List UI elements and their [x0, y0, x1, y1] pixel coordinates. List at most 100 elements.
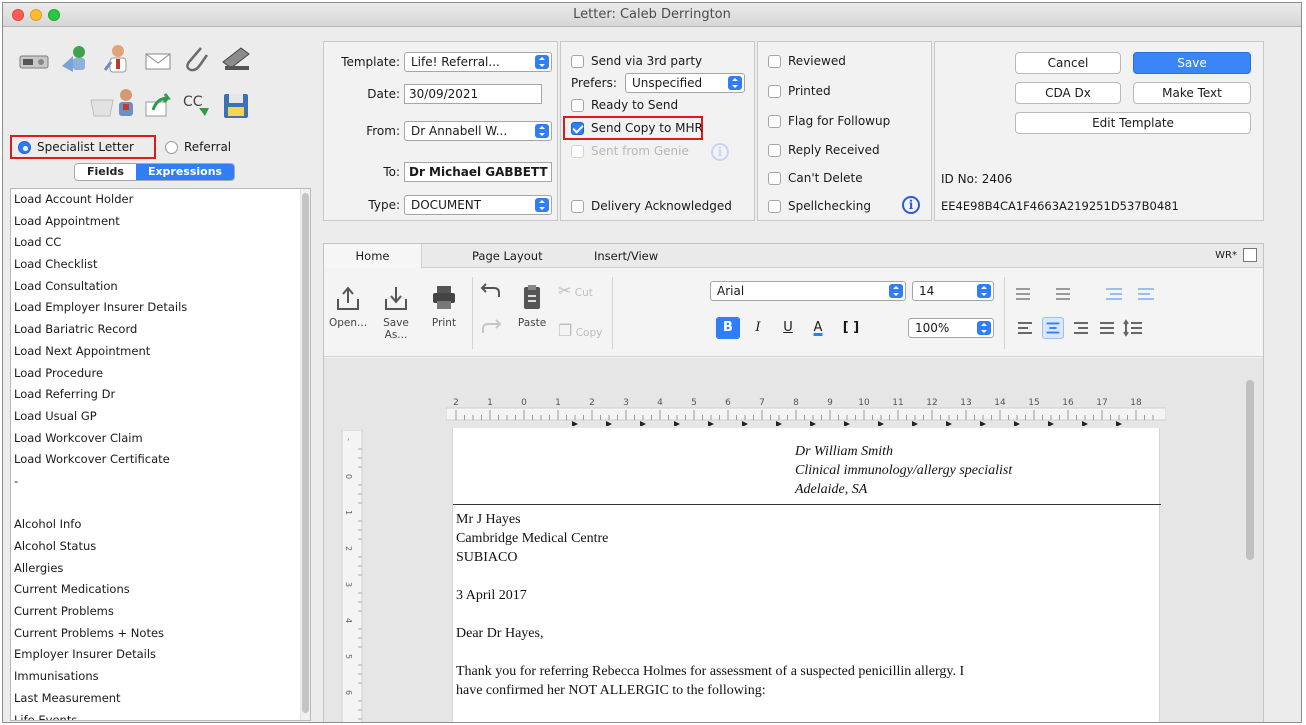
field-list-item[interactable]: Load Workcover Certificate: [11, 449, 310, 471]
doctor-icon[interactable]: [100, 41, 136, 77]
bold-button[interactable]: B: [716, 317, 740, 339]
field-list-item[interactable]: Load Checklist: [11, 254, 310, 276]
prefers-select[interactable]: Unspecified: [625, 73, 745, 93]
fields-tab[interactable]: Fields: [75, 164, 136, 180]
save-button[interactable]: Save: [1133, 52, 1251, 74]
text-color-button[interactable]: A: [806, 317, 830, 339]
date-field[interactable]: 30/09/2021: [404, 84, 542, 104]
brackets-button[interactable]: [ ]: [836, 317, 866, 339]
field-list-item[interactable]: Alcohol Status: [11, 536, 310, 558]
expressions-tab[interactable]: Expressions: [135, 164, 235, 180]
font-family-select[interactable]: Arial: [710, 281, 906, 301]
tab-page-layout[interactable]: Page Layout: [472, 249, 543, 263]
scanner-icon[interactable]: [16, 43, 52, 79]
export-icon[interactable]: [140, 87, 176, 123]
horizontal-ruler[interactable]: 2 1 0 1 2 3 4 5 6 7 8 9 10 11 12 13 14 15 16 17 18: [446, 396, 1166, 426]
send-3rd-party-checkbox[interactable]: Send via 3rd party: [571, 54, 702, 68]
field-list-item[interactable]: Load Next Appointment: [11, 341, 310, 363]
field-list-item[interactable]: Employer Insurer Details: [11, 644, 310, 666]
nurse-icon[interactable]: [108, 85, 144, 121]
cant-delete-checkbox[interactable]: Can't Delete: [768, 171, 863, 185]
delivery-ack-checkbox[interactable]: Delivery Acknowledged: [571, 199, 732, 213]
field-list-item[interactable]: Load Workcover Claim: [11, 428, 310, 450]
align-left-icon[interactable]: [1014, 317, 1036, 339]
specialist-letter-radio[interactable]: Specialist Letter: [10, 135, 156, 159]
field-list-item[interactable]: Last Measurement: [11, 688, 310, 710]
align-right-icon[interactable]: [1070, 317, 1092, 339]
field-list-item[interactable]: Load Procedure: [11, 363, 310, 385]
tab-insert-view[interactable]: Insert/View: [594, 249, 658, 263]
align-center-icon[interactable]: [1042, 317, 1064, 339]
flag-followup-checkbox[interactable]: Flag for Followup: [768, 114, 890, 128]
vruler-number: 5: [344, 654, 353, 659]
field-list-item[interactable]: Allergies: [11, 558, 310, 580]
info-icon[interactable]: i: [902, 196, 920, 214]
address-line: Mr J Hayes: [456, 512, 521, 527]
zoom-select[interactable]: 100%: [908, 318, 994, 338]
type-select[interactable]: DOCUMENT: [404, 195, 552, 215]
paste-button[interactable]: Paste: [510, 283, 554, 329]
edit-template-button[interactable]: Edit Template: [1015, 112, 1251, 134]
field-list-scrollbar[interactable]: [300, 189, 310, 720]
wr-toggle[interactable]: WR*: [1215, 248, 1257, 262]
cc-icon[interactable]: CC: [178, 87, 214, 123]
window-title: Letter: Caleb Derrington: [573, 7, 731, 22]
scrollbar-thumb[interactable]: [302, 193, 309, 713]
document-page[interactable]: Dr William Smith Clinical immunology/all…: [452, 428, 1161, 722]
spellchecking-checkbox[interactable]: Spellchecking: [768, 199, 871, 213]
from-select[interactable]: Dr Annabell W...: [404, 121, 552, 141]
scrollbar-thumb[interactable]: [1246, 380, 1254, 560]
field-list-item[interactable]: Current Problems: [11, 601, 310, 623]
field-list-item[interactable]: Current Problems + Notes: [11, 623, 310, 645]
field-list-item[interactable]: Load Referring Dr: [11, 384, 310, 406]
italic-button[interactable]: I: [746, 317, 770, 339]
font-size-select[interactable]: 14: [912, 281, 994, 301]
checkbox-box: [768, 84, 781, 98]
send-copy-mhr-checkbox[interactable]: Send Copy to MHR: [571, 121, 703, 135]
document-scrollbar[interactable]: [1243, 380, 1255, 560]
vruler-number: 4: [344, 618, 353, 623]
field-list-item[interactable]: Load Appointment: [11, 211, 310, 233]
print-button[interactable]: Print: [426, 283, 462, 329]
printed-checkbox[interactable]: Printed: [768, 84, 831, 98]
referral-radio[interactable]: Referral: [165, 135, 231, 159]
ready-to-send-checkbox[interactable]: Ready to Send: [571, 98, 678, 112]
to-field[interactable]: Dr Michael GABBETT: [404, 162, 552, 182]
field-list-item[interactable]: Load Account Holder: [11, 189, 310, 211]
field-list-item[interactable]: Load Employer Insurer Details: [11, 297, 310, 319]
paperclip-icon[interactable]: [178, 41, 214, 77]
save-disk-icon[interactable]: [218, 87, 254, 123]
save-as-button[interactable]: Save As...: [372, 283, 420, 341]
field-list-item[interactable]: Load Usual GP: [11, 406, 310, 428]
cancel-button[interactable]: Cancel: [1015, 52, 1121, 74]
underline-button[interactable]: U: [776, 317, 800, 339]
patients-icon[interactable]: [58, 41, 94, 77]
field-list-item[interactable]: Life Events: [11, 710, 310, 721]
open-button[interactable]: Open...: [328, 283, 368, 329]
field-list-item[interactable]: [11, 493, 310, 515]
field-list-item[interactable]: Alcohol Info: [11, 514, 310, 536]
letter-editor: Home Page Layout Insert/View WR* Open...…: [323, 243, 1264, 722]
make-text-button[interactable]: Make Text: [1133, 82, 1251, 104]
field-list-item[interactable]: Load Bariatric Record: [11, 319, 310, 341]
letter-type-group: Specialist Letter Referral: [10, 135, 265, 159]
line-spacing-icon[interactable]: [1122, 317, 1144, 339]
envelope-icon[interactable]: [140, 43, 176, 79]
field-list-item[interactable]: Current Medications: [11, 579, 310, 601]
field-list-item[interactable]: Load CC: [11, 232, 310, 254]
cda-dx-button[interactable]: CDA Dx: [1015, 82, 1121, 104]
list-buttons-row[interactable]: [1014, 283, 1184, 305]
reply-received-checkbox[interactable]: Reply Received: [768, 143, 880, 157]
tab-home[interactable]: Home: [324, 244, 422, 268]
field-list-item[interactable]: -: [11, 471, 310, 493]
field-list-item[interactable]: Load Consultation: [11, 276, 310, 298]
reviewed-checkbox[interactable]: Reviewed: [768, 54, 846, 68]
header-line: Clinical immunology/allergy specialist: [795, 463, 1013, 478]
stapler-icon[interactable]: [218, 41, 254, 77]
template-select[interactable]: Life! Referral...: [404, 52, 552, 72]
field-list-item[interactable]: Immunisations: [11, 666, 310, 688]
undo-button[interactable]: [478, 279, 504, 307]
wr-checkbox[interactable]: [1243, 248, 1257, 262]
align-justify-icon[interactable]: [1096, 317, 1118, 339]
type-value: DOCUMENT: [411, 198, 482, 212]
